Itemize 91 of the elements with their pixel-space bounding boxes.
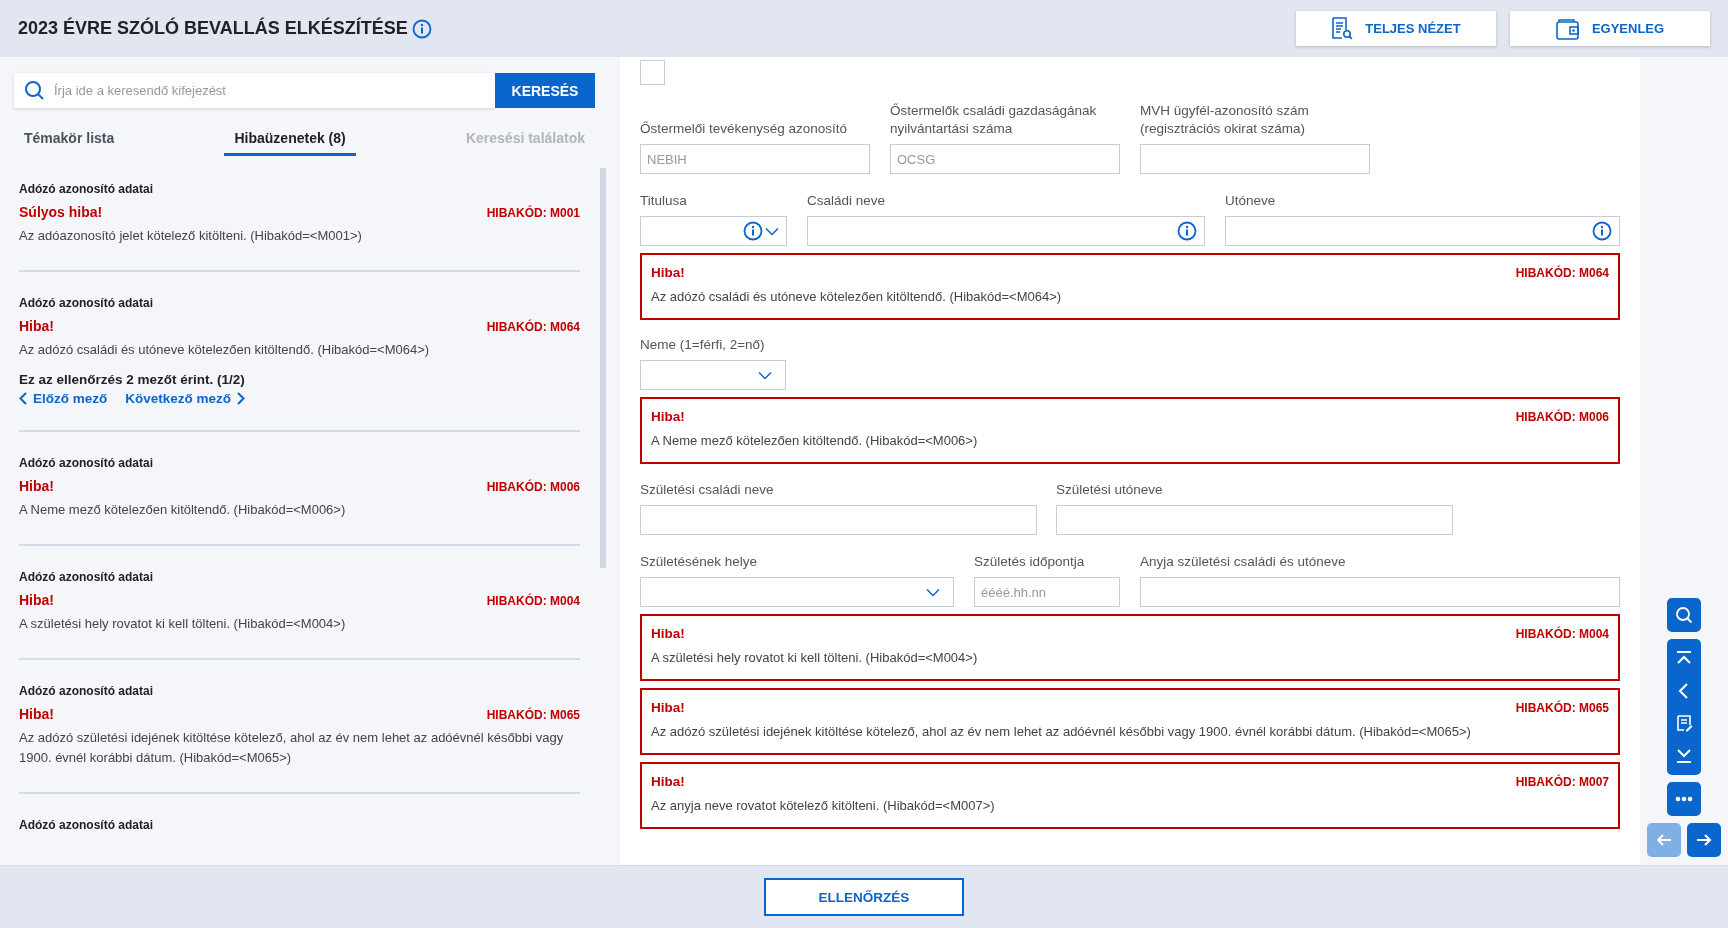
search-icon (24, 80, 44, 100)
field-label: Őstermelői tevékenység azonosító (640, 120, 849, 138)
error-title: Hiba! (651, 700, 685, 715)
checkbox[interactable] (640, 60, 665, 85)
error-code: HIBAKÓD: M064 (1515, 266, 1609, 280)
chevron-down-icon (765, 226, 779, 236)
chevron-right-icon (237, 392, 246, 405)
error-code: HIBAKÓD: M006 (486, 480, 580, 494)
error-code: HIBAKÓD: M004 (486, 594, 580, 608)
previous-field-link[interactable]: Előző mező (19, 391, 108, 406)
text-field[interactable]: OCSG (890, 144, 1120, 174)
field-label: Őstermelők családi gazdaságának nyilvántartási száma (890, 102, 1098, 138)
text-field[interactable] (640, 505, 1037, 535)
document-edit-icon (1675, 714, 1693, 732)
dropdown[interactable] (640, 216, 787, 246)
section-label: Adózó azonosító adatai (19, 683, 154, 700)
error-code: HIBAKÓD: M065 (1515, 701, 1609, 715)
error-title: Hiba! (651, 409, 685, 424)
error-title: Hiba! (651, 265, 685, 280)
field-label: Születés időpontja (974, 553, 1086, 571)
text-field[interactable] (1056, 505, 1453, 535)
date-field[interactable]: éééé.hh.nn (974, 577, 1120, 607)
error-message: Az anyja neve rovatot kötelező kitölteni. (Hibakód=<M007>) (651, 797, 996, 815)
field-label: Születési utóneve (1056, 481, 1164, 499)
error-code: HIBAKÓD: M065 (486, 708, 580, 722)
error-message: A Neme mező kötelezően kitöltendő. (Hibakód=<M006>) (19, 501, 347, 519)
error-message: A születési hely rovatot ki kell tölteni. (Hibakód=<M004>) (651, 649, 979, 667)
error-severity: Hiba! (19, 478, 54, 494)
field-label: Családi neve (807, 192, 887, 210)
full-view-button[interactable]: TELJES NÉZET (1296, 11, 1496, 46)
text-field[interactable] (1140, 144, 1370, 174)
section-label: Adózó azonosító adatai (19, 181, 154, 198)
info-icon (1592, 221, 1612, 241)
chevron-down-icon (926, 587, 940, 597)
page-title: 2023 ÉVRE SZÓLÓ BEVALLÁS ELKÉSZÍTÉSE (18, 18, 408, 39)
more-icon (1675, 796, 1693, 802)
error-title: Hiba! (651, 774, 685, 789)
field-label: Születési családi neve (640, 481, 775, 499)
error-code: HIBAKÓD: M007 (1515, 775, 1609, 789)
balance-button[interactable]: EGYENLEG (1510, 11, 1710, 46)
field-label: Titulusa (640, 192, 688, 210)
affected-fields-note: Ez az ellenőrzés 2 mezőt érint. (1/2) (19, 372, 246, 387)
tab[interactable]: Hibaüzenetek (8) (224, 122, 356, 156)
text-field[interactable] (1140, 577, 1620, 607)
text-field[interactable]: NEBIH (640, 144, 870, 174)
search-icon (1675, 606, 1693, 624)
error-message: Az adózó családi és utóneve kötelezően kitöltendő. (Hibakód=<M064>) (651, 288, 1063, 306)
section-label: Adózó azonosító adatai (19, 817, 154, 834)
field-label: Születésének helye (640, 553, 759, 571)
error-message: A születési hely rovatot ki kell tölteni. (Hibakód=<M004>) (19, 615, 347, 633)
error-severity: Hiba! (19, 706, 54, 722)
tab[interactable]: Témakör lista (14, 122, 125, 156)
error-message: Az adózó családi és utóneve kötelezően kitöltendő. (Hibakód=<M064>) (19, 341, 431, 359)
wallet-icon (1555, 17, 1580, 40)
error-message: A Neme mező kötelezően kitöltendő. (Hibakód=<M006>) (651, 432, 979, 450)
right-arrow-icon (1695, 833, 1713, 847)
document-search-icon (1331, 16, 1354, 41)
field-label: MVH ügyfél-azonosító szám (regisztrációs okirat száma) (1140, 102, 1310, 138)
error-message: Az adóazonosító jelet kötelező kitölteni. (Hibakód=<M001>) (19, 227, 363, 245)
error-code: HIBAKÓD: M064 (486, 320, 580, 334)
chevron-down-icon (758, 370, 772, 380)
section-label: Adózó azonosító adatai (19, 455, 154, 472)
search-button[interactable]: KERESÉS (495, 73, 595, 108)
error-message: Az adózó születési idejének kitöltése kötelező, ahol az év nem lehet az adóévnél későbbi vagy 1900. évnél korábbi dátum. (Hibakód=<M065>) (651, 723, 1472, 741)
text-field[interactable] (1225, 216, 1620, 246)
text-field[interactable] (807, 216, 1205, 246)
section-label: Adózó azonosító adatai (19, 569, 154, 586)
error-code: HIBAKÓD: M001 (486, 206, 580, 220)
field-label: Neme (1=férfi, 2=nő) (640, 336, 766, 354)
forward-button[interactable] (1687, 823, 1721, 857)
error-severity: Hiba! (19, 592, 54, 608)
check-button[interactable]: ELLENŐRZÉS (764, 878, 964, 916)
error-code: HIBAKÓD: M004 (1515, 627, 1609, 641)
search-button[interactable] (1667, 598, 1701, 632)
chevron-left-icon (19, 392, 27, 405)
section-label: Adózó azonosító adatai (19, 295, 154, 312)
info-icon (411, 18, 432, 39)
next-field-link[interactable]: Következő mező (125, 391, 246, 406)
error-title: Hiba! (651, 626, 685, 641)
left-arrow-icon (1655, 833, 1673, 847)
more-button[interactable] (1667, 782, 1701, 816)
error-code: HIBAKÓD: M006 (1515, 410, 1609, 424)
info-icon (1177, 221, 1197, 241)
error-severity: Hiba! (19, 318, 54, 334)
error-message: Az adózó születési idejének kitöltése kötelező, ahol az év nem lehet az adóévnél későbbi vagy 1900. évnél korábbi dátum. (Hibakód=<M065>) (19, 729, 565, 767)
info-icon (743, 221, 763, 241)
error-severity: Súlyos hiba! (19, 204, 103, 220)
field-label: Anyja születési családi és utóneve (1140, 553, 1347, 571)
scrollbar-thumb[interactable] (600, 168, 606, 568)
search-field[interactable]: Írja ide a keresendő kifejezést (14, 73, 495, 108)
field-label: Utóneve (1225, 192, 1277, 210)
